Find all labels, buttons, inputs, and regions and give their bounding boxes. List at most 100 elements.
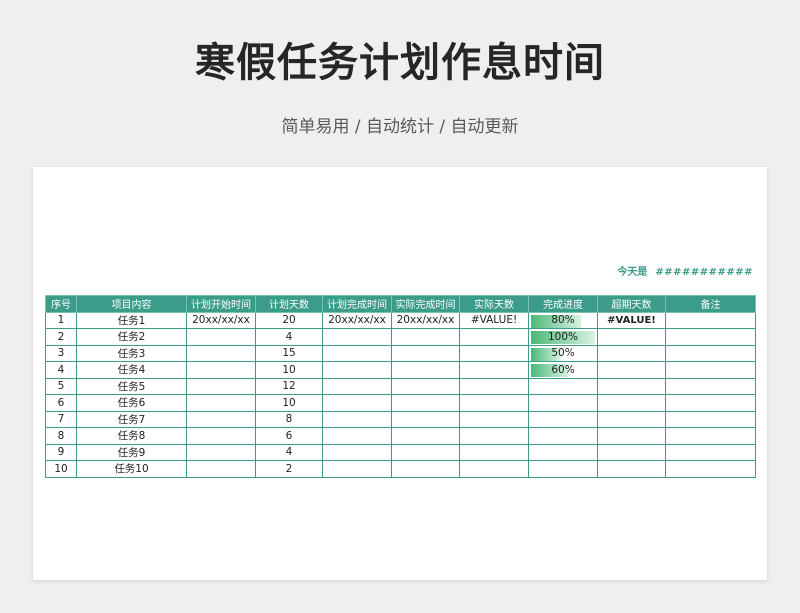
cell-progress[interactable]: 60% [528, 361, 598, 379]
cell-progress[interactable] [528, 460, 598, 478]
cell-overdue[interactable] [597, 361, 666, 379]
cell-plan-start[interactable] [186, 443, 256, 461]
cell-actual-end[interactable] [391, 443, 460, 461]
header-note[interactable]: 备注 [665, 295, 756, 313]
cell-progress[interactable] [528, 443, 598, 461]
cell-plan-end[interactable] [322, 460, 392, 478]
header-plan-end[interactable]: 计划完成时间 [322, 295, 392, 313]
cell-progress[interactable]: 80% [528, 311, 598, 329]
header-plan-start[interactable]: 计划开始时间 [186, 295, 256, 313]
cell-plan-end[interactable] [322, 427, 392, 445]
cell-actual-days[interactable] [459, 361, 529, 379]
header-no[interactable]: 序号 [45, 295, 77, 313]
cell-note[interactable] [665, 460, 756, 478]
cell-no[interactable]: 1 [45, 311, 77, 329]
cell-item[interactable]: 任务3 [76, 344, 187, 362]
cell-plan-end[interactable] [322, 344, 392, 362]
cell-plan-end[interactable] [322, 328, 392, 346]
cell-overdue[interactable]: #VALUE! [597, 311, 666, 329]
cell-plan-days[interactable]: 4 [255, 443, 323, 461]
cell-actual-end[interactable] [391, 377, 460, 395]
cell-actual-end[interactable] [391, 328, 460, 346]
cell-plan-days[interactable]: 15 [255, 344, 323, 362]
cell-plan-end[interactable] [322, 377, 392, 395]
cell-progress[interactable] [528, 377, 598, 395]
cell-actual-end[interactable] [391, 427, 460, 445]
cell-item[interactable]: 任务10 [76, 460, 187, 478]
cell-item[interactable]: 任务7 [76, 410, 187, 428]
cell-plan-days[interactable]: 6 [255, 427, 323, 445]
cell-actual-end[interactable]: 20xx/xx/xx [391, 311, 460, 329]
cell-note[interactable] [665, 443, 756, 461]
cell-no[interactable]: 7 [45, 410, 77, 428]
cell-plan-days[interactable]: 12 [255, 377, 323, 395]
cell-actual-end[interactable] [391, 460, 460, 478]
cell-item[interactable]: 任务5 [76, 377, 187, 395]
cell-note[interactable] [665, 394, 756, 412]
header-item[interactable]: 项目内容 [76, 295, 187, 313]
cell-plan-days[interactable]: 2 [255, 460, 323, 478]
cell-note[interactable] [665, 361, 756, 379]
cell-actual-end[interactable] [391, 361, 460, 379]
header-actual-end[interactable]: 实际完成时间 [391, 295, 460, 313]
cell-item[interactable]: 任务2 [76, 328, 187, 346]
cell-no[interactable]: 8 [45, 427, 77, 445]
cell-no[interactable]: 10 [45, 460, 77, 478]
cell-no[interactable]: 3 [45, 344, 77, 362]
cell-plan-start[interactable] [186, 460, 256, 478]
cell-actual-end[interactable] [391, 344, 460, 362]
cell-plan-start[interactable] [186, 344, 256, 362]
cell-plan-start[interactable] [186, 361, 256, 379]
cell-plan-end[interactable]: 20xx/xx/xx [322, 311, 392, 329]
cell-actual-days[interactable] [459, 328, 529, 346]
cell-item[interactable]: 任务9 [76, 443, 187, 461]
cell-overdue[interactable] [597, 410, 666, 428]
cell-plan-start[interactable] [186, 427, 256, 445]
cell-no[interactable]: 2 [45, 328, 77, 346]
cell-overdue[interactable] [597, 377, 666, 395]
cell-no[interactable]: 4 [45, 361, 77, 379]
cell-plan-start[interactable] [186, 377, 256, 395]
cell-item[interactable]: 任务8 [76, 427, 187, 445]
header-overdue[interactable]: 超期天数 [597, 295, 666, 313]
cell-progress[interactable] [528, 427, 598, 445]
cell-item[interactable]: 任务4 [76, 361, 187, 379]
cell-actual-days[interactable] [459, 427, 529, 445]
cell-actual-days[interactable] [459, 443, 529, 461]
cell-progress[interactable] [528, 394, 598, 412]
cell-overdue[interactable] [597, 344, 666, 362]
cell-plan-end[interactable] [322, 361, 392, 379]
cell-no[interactable]: 6 [45, 394, 77, 412]
cell-item[interactable]: 任务1 [76, 311, 187, 329]
cell-actual-days[interactable] [459, 460, 529, 478]
cell-plan-start[interactable]: 20xx/xx/xx [186, 311, 256, 329]
cell-item[interactable]: 任务6 [76, 394, 187, 412]
header-actual-days[interactable]: 实际天数 [459, 295, 529, 313]
cell-note[interactable] [665, 344, 756, 362]
cell-progress[interactable] [528, 410, 598, 428]
cell-overdue[interactable] [597, 328, 666, 346]
cell-plan-days[interactable]: 10 [255, 394, 323, 412]
cell-overdue[interactable] [597, 427, 666, 445]
cell-actual-days[interactable]: #VALUE! [459, 311, 529, 329]
cell-actual-days[interactable] [459, 344, 529, 362]
cell-actual-end[interactable] [391, 410, 460, 428]
cell-progress[interactable]: 100% [528, 328, 598, 346]
cell-plan-start[interactable] [186, 394, 256, 412]
cell-plan-start[interactable] [186, 410, 256, 428]
cell-note[interactable] [665, 427, 756, 445]
cell-note[interactable] [665, 377, 756, 395]
cell-note[interactable] [665, 311, 756, 329]
cell-plan-days[interactable]: 4 [255, 328, 323, 346]
cell-plan-days[interactable]: 10 [255, 361, 323, 379]
cell-overdue[interactable] [597, 460, 666, 478]
cell-plan-end[interactable] [322, 410, 392, 428]
cell-no[interactable]: 5 [45, 377, 77, 395]
cell-plan-start[interactable] [186, 328, 256, 346]
cell-plan-end[interactable] [322, 394, 392, 412]
header-plan-days[interactable]: 计划天数 [255, 295, 323, 313]
cell-plan-days[interactable]: 8 [255, 410, 323, 428]
cell-note[interactable] [665, 328, 756, 346]
cell-plan-days[interactable]: 20 [255, 311, 323, 329]
cell-actual-days[interactable] [459, 377, 529, 395]
